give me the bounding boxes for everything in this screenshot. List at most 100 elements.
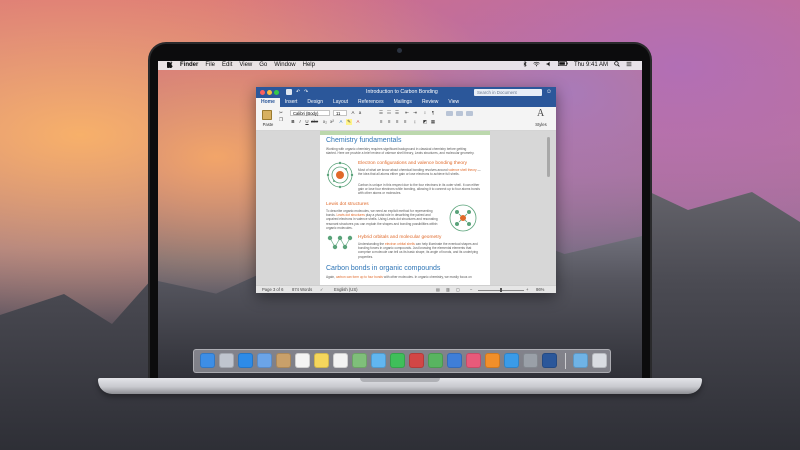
font-color-icon[interactable]: A xyxy=(355,119,361,125)
proofing-icon[interactable]: ✓ xyxy=(320,287,324,293)
grow-font-icon[interactable]: A xyxy=(350,110,356,116)
dock-numbers-icon[interactable] xyxy=(428,353,443,368)
dock-photo-booth-icon[interactable] xyxy=(409,353,424,368)
font-size-select[interactable]: 11 xyxy=(333,110,347,116)
borders-icon[interactable]: ▦ xyxy=(430,119,436,125)
dock-finder-icon[interactable] xyxy=(200,353,215,368)
subheading-hybrid-orbitals: Hybrid orbitals and molecular geometry xyxy=(358,235,442,240)
dock-contacts-icon[interactable] xyxy=(276,353,291,368)
wifi-icon[interactable] xyxy=(533,61,540,71)
increase-indent-icon[interactable]: ⇥ xyxy=(412,110,418,116)
show-formatting-icon[interactable]: ¶ xyxy=(430,110,436,116)
style-gallery-item[interactable] xyxy=(466,111,473,116)
strikethrough-icon[interactable]: abc xyxy=(311,119,318,125)
tab-home[interactable]: Home xyxy=(256,98,280,107)
document-search-input[interactable]: Search in Document xyxy=(474,89,542,96)
shading-icon[interactable]: ◩ xyxy=(422,119,428,125)
menu-window[interactable]: Window xyxy=(274,61,295,70)
italic-button[interactable]: I xyxy=(297,119,303,125)
dock-app-store-icon[interactable] xyxy=(504,353,519,368)
dock-itunes-icon[interactable] xyxy=(466,353,481,368)
dock-word-icon[interactable] xyxy=(542,353,557,368)
numbering-icon[interactable]: ☷ xyxy=(386,110,392,116)
dock-launchpad-icon[interactable] xyxy=(219,353,234,368)
close-window-icon[interactable] xyxy=(260,90,265,95)
focus-mode-icon[interactable]: ▢ xyxy=(456,287,460,293)
bold-button[interactable]: B xyxy=(290,119,296,125)
align-right-icon[interactable]: ≡ xyxy=(394,119,400,125)
styles-pane-button[interactable]: A Styles xyxy=(532,109,550,128)
highlight-icon[interactable]: ✎ xyxy=(346,119,352,125)
tab-mailings[interactable]: Mailings xyxy=(389,98,417,107)
page-count[interactable]: Page 3 of 6 xyxy=(262,287,283,293)
dock-mail-icon[interactable] xyxy=(257,353,272,368)
minimize-window-icon[interactable] xyxy=(267,90,272,95)
tab-references[interactable]: References xyxy=(353,98,389,107)
menu-finder[interactable]: Finder xyxy=(180,61,198,70)
tab-layout[interactable]: Layout xyxy=(328,98,353,107)
dock-facetime-icon[interactable] xyxy=(390,353,405,368)
dock-calendar-icon[interactable] xyxy=(295,353,310,368)
subscript-icon[interactable]: x₂ xyxy=(322,119,328,125)
dock-maps-icon[interactable] xyxy=(352,353,367,368)
print-layout-icon[interactable]: ▤ xyxy=(436,287,440,293)
zoom-level[interactable]: 86% xyxy=(536,287,544,293)
decrease-indent-icon[interactable]: ⇤ xyxy=(404,110,410,116)
dock-trash-icon[interactable] xyxy=(592,353,607,368)
menu-go[interactable]: Go xyxy=(259,61,267,70)
shrink-font-icon[interactable]: a xyxy=(357,110,363,116)
dock-messages-icon[interactable] xyxy=(371,353,386,368)
cut-icon[interactable]: ✂ xyxy=(278,110,284,116)
style-gallery-item[interactable] xyxy=(446,111,453,116)
tab-view[interactable]: View xyxy=(443,98,464,107)
bullets-icon[interactable]: ☰ xyxy=(378,110,384,116)
menu-view[interactable]: View xyxy=(239,61,252,70)
dock-ibooks-icon[interactable] xyxy=(485,353,500,368)
redo-icon[interactable]: ↷ xyxy=(304,89,308,96)
web-layout-icon[interactable]: ▥ xyxy=(446,287,450,293)
dock-safari-icon[interactable] xyxy=(238,353,253,368)
zoom-out-icon[interactable]: − xyxy=(470,287,472,293)
align-left-icon[interactable]: ≡ xyxy=(378,119,384,125)
spotlight-icon[interactable] xyxy=(614,61,620,71)
battery-icon[interactable] xyxy=(557,61,568,70)
notification-center-icon[interactable] xyxy=(626,61,632,71)
sort-icon[interactable]: ↕ xyxy=(422,110,428,116)
menu-help[interactable]: Help xyxy=(303,61,315,70)
apple-menu-icon[interactable] xyxy=(165,61,173,70)
font-name-select[interactable]: Calibri (Body) xyxy=(290,110,330,116)
tab-insert[interactable]: Insert xyxy=(280,98,303,107)
line-spacing-icon[interactable]: ↨ xyxy=(412,119,418,125)
volume-icon[interactable] xyxy=(546,61,552,71)
undo-icon[interactable]: ↶ xyxy=(296,89,300,96)
zoom-window-icon[interactable] xyxy=(274,90,279,95)
zoom-in-icon[interactable]: + xyxy=(526,287,528,293)
zoom-slider-thumb[interactable] xyxy=(500,288,502,292)
document-page[interactable]: Chemistry fundamentals Working with orga… xyxy=(320,131,490,285)
save-icon[interactable] xyxy=(286,89,292,95)
user-icon[interactable]: ☺ xyxy=(546,88,552,96)
text-effects-icon[interactable]: A xyxy=(338,119,344,125)
underline-button[interactable]: U xyxy=(304,119,310,125)
align-center-icon[interactable]: ≡ xyxy=(386,119,392,125)
language-indicator[interactable]: English (US) xyxy=(334,287,358,293)
menu-edit[interactable]: Edit xyxy=(222,61,232,70)
dock-system-preferences-icon[interactable] xyxy=(523,353,538,368)
tab-review[interactable]: Review xyxy=(417,98,443,107)
dock-notes-icon[interactable] xyxy=(314,353,329,368)
dock-reminders-icon[interactable] xyxy=(333,353,348,368)
bluetooth-icon[interactable] xyxy=(523,61,527,71)
paste-button[interactable]: Paste xyxy=(260,109,274,128)
vertical-scrollbar[interactable] xyxy=(547,137,550,177)
word-count[interactable]: 874 Words xyxy=(292,287,312,293)
multilevel-list-icon[interactable]: ☰ xyxy=(394,110,400,116)
justify-icon[interactable]: ≡ xyxy=(402,119,408,125)
dock-keynote-icon[interactable] xyxy=(447,353,462,368)
dock-downloads-icon[interactable] xyxy=(573,353,588,368)
style-gallery-item[interactable] xyxy=(456,111,463,116)
tab-design[interactable]: Design xyxy=(302,98,328,107)
menu-file[interactable]: File xyxy=(205,61,215,70)
copy-icon[interactable]: ❐ xyxy=(278,117,284,123)
superscript-icon[interactable]: x² xyxy=(329,119,335,125)
menubar-clock[interactable]: Thu 9:41 AM xyxy=(574,61,608,70)
